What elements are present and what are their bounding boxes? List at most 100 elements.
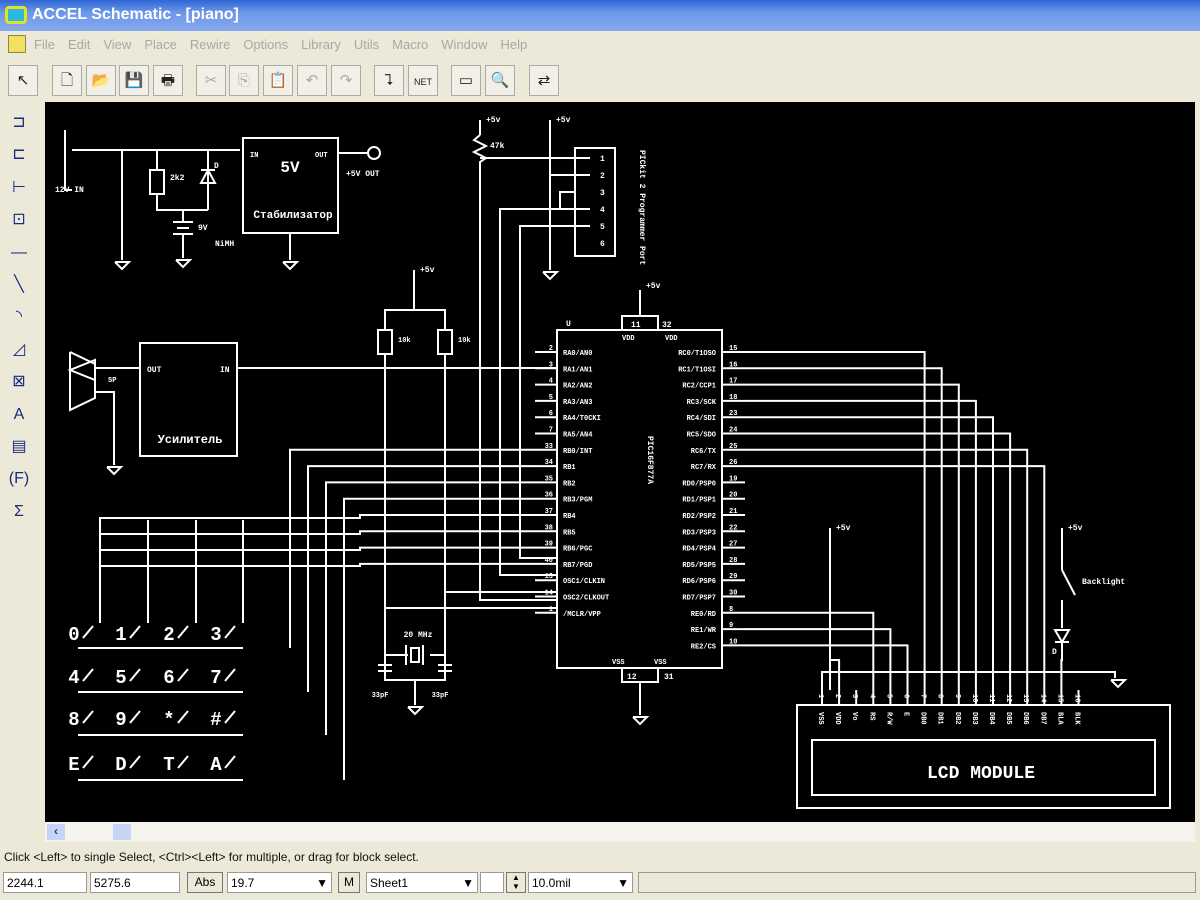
window-title: ACCEL Schematic - [piano] bbox=[32, 6, 239, 23]
pin-number: 13 bbox=[545, 573, 553, 581]
pin-name: RC1/T1OSI bbox=[678, 366, 716, 374]
lcd-pin-name: Vo bbox=[850, 712, 858, 720]
pin-name: RB5 bbox=[563, 529, 576, 537]
arc-tool[interactable]: ◝ bbox=[4, 302, 34, 332]
draw-line-tool[interactable]: ╲ bbox=[4, 270, 34, 300]
vcc-label: +5v bbox=[486, 116, 501, 125]
horizontal-scrollbar[interactable]: ‹ bbox=[45, 822, 1195, 842]
pin-number: 32 bbox=[662, 321, 672, 330]
cut-button[interactable]: ✂ bbox=[196, 65, 226, 96]
menu-edit[interactable]: Edit bbox=[68, 37, 90, 52]
pin-name: RE0/RD bbox=[691, 611, 716, 619]
menu-place[interactable]: Place bbox=[144, 37, 177, 52]
dc-jack bbox=[64, 130, 72, 191]
resistor-10k bbox=[377, 329, 393, 355]
wire-button[interactable]: ⮧ bbox=[374, 65, 404, 96]
field-tool[interactable]: (F) bbox=[4, 464, 34, 494]
sheet-select[interactable]: Sheet1 ▼ bbox=[366, 872, 478, 893]
keypad-key: 1 bbox=[115, 624, 126, 646]
port-swap-button[interactable]: ⇄ bbox=[529, 65, 559, 96]
programmer-pin-number: 5 bbox=[600, 223, 605, 232]
pin-label: VDD bbox=[622, 335, 635, 343]
mcu-ref: U bbox=[566, 320, 571, 329]
crystal bbox=[410, 647, 420, 663]
pin-number: 33 bbox=[545, 443, 553, 451]
scroll-thumb[interactable] bbox=[113, 824, 131, 840]
place-bus-tool[interactable]: ⊢ bbox=[4, 173, 34, 203]
title-bar: ACCEL Schematic - [piano] bbox=[0, 0, 1200, 31]
pin-number: 31 bbox=[664, 673, 674, 682]
chevron-down-icon[interactable]: ▼ bbox=[617, 876, 629, 890]
text-tool[interactable]: A bbox=[4, 400, 34, 430]
lcd-pin-name: BLA bbox=[1055, 712, 1063, 725]
port-swap-icon: ⇄ bbox=[537, 72, 551, 89]
document-icon[interactable] bbox=[8, 35, 26, 53]
spin-button[interactable]: ▲ ▼ bbox=[506, 872, 526, 893]
sum-tool[interactable]: Σ bbox=[4, 497, 34, 527]
pin-name: RC5/SDO bbox=[687, 432, 716, 440]
programmer-pin-number: 1 bbox=[600, 155, 605, 164]
menu-file[interactable]: File bbox=[34, 37, 55, 52]
box-tool[interactable]: ⊠ bbox=[4, 367, 34, 397]
chevron-down-icon[interactable]: ▼ bbox=[462, 876, 474, 890]
menu-utils[interactable]: Utils bbox=[354, 37, 379, 52]
lcd-pin-number: 7 bbox=[919, 694, 927, 698]
keypad-wire bbox=[343, 497, 535, 780]
menu-view[interactable]: View bbox=[103, 37, 131, 52]
lcd-pin-number: 16 bbox=[1073, 694, 1081, 702]
place-line-tool[interactable]: — bbox=[4, 238, 34, 268]
save-button[interactable]: 💾 bbox=[119, 65, 149, 96]
undo-button[interactable]: ↶ bbox=[297, 65, 327, 96]
menu-help[interactable]: Help bbox=[501, 37, 528, 52]
undo-icon: ↶ bbox=[305, 72, 319, 89]
zoom-select[interactable]: 19.7 ▼ bbox=[227, 872, 332, 893]
polygon-tool[interactable]: ◿ bbox=[4, 335, 34, 365]
menu-macro[interactable]: Macro bbox=[392, 37, 428, 52]
place-part-tool[interactable]: ⊐ bbox=[4, 108, 34, 138]
paste-button[interactable]: 📋 bbox=[263, 65, 293, 96]
led-symbol bbox=[1053, 629, 1071, 644]
net-rename-button[interactable]: NET bbox=[408, 65, 438, 96]
place-port-tool[interactable]: ⊡ bbox=[4, 205, 34, 235]
zoom-icon: 🔍 bbox=[490, 72, 510, 89]
layer-field[interactable] bbox=[480, 872, 504, 893]
print-button[interactable]: 🖶 bbox=[153, 65, 183, 96]
copy-button[interactable]: ⎘ bbox=[229, 65, 259, 96]
backlight-label: Backlight bbox=[1082, 578, 1125, 587]
schematic-canvas[interactable]: 12V IN 2k2 D 9V NiMH IN OUT 5V Стабилизатор +5V O… bbox=[45, 102, 1195, 822]
lcd-pin-name: R/W bbox=[884, 712, 892, 725]
pin-number: 39 bbox=[545, 541, 553, 549]
keypad-key: D bbox=[115, 754, 126, 776]
pin-number: 19 bbox=[729, 475, 737, 483]
place-pin-tool[interactable]: ⊏ bbox=[4, 140, 34, 170]
grid-select[interactable]: 10.0mil ▼ bbox=[528, 872, 633, 893]
cut-icon: ✂ bbox=[204, 72, 218, 89]
data-wire bbox=[745, 628, 892, 690]
m-button[interactable]: M bbox=[338, 872, 360, 893]
keypad-key: 4 bbox=[68, 667, 79, 689]
zoom-button[interactable]: 🔍 bbox=[485, 65, 515, 96]
select-arrow-button[interactable]: ↖ bbox=[8, 65, 38, 96]
chevron-down-icon[interactable]: ▼ bbox=[316, 876, 328, 890]
abs-button[interactable]: Abs bbox=[187, 872, 223, 893]
scroll-left-button[interactable]: ‹ bbox=[47, 824, 65, 840]
pin-number: 34 bbox=[545, 459, 553, 467]
menu-options[interactable]: Options bbox=[243, 37, 288, 52]
programmer-pin-number: 6 bbox=[600, 240, 605, 249]
sum-icon: Σ bbox=[14, 502, 24, 520]
menu-library[interactable]: Library bbox=[301, 37, 341, 52]
lcd-pin-number: 15 bbox=[1055, 694, 1063, 702]
open-folder-button[interactable]: 📂 bbox=[86, 65, 116, 96]
pin-name: RB0/INT bbox=[563, 448, 592, 456]
menu-window[interactable]: Window bbox=[441, 37, 487, 52]
resistor-10k bbox=[437, 329, 453, 355]
new-file-button[interactable]: 🗋 bbox=[52, 65, 82, 96]
lcd-pin-number: 6 bbox=[902, 694, 910, 698]
redo-button[interactable]: ↷ bbox=[331, 65, 361, 96]
attribute-tool[interactable]: ▤ bbox=[4, 432, 34, 462]
pin-number: 9 bbox=[729, 622, 733, 630]
menu-bar: File Edit View Place Rewire Options Library Uti… bbox=[0, 33, 1200, 57]
ruler-button[interactable]: ▭ bbox=[451, 65, 481, 96]
field-icon: (F) bbox=[8, 470, 30, 488]
menu-rewire[interactable]: Rewire bbox=[190, 37, 230, 52]
